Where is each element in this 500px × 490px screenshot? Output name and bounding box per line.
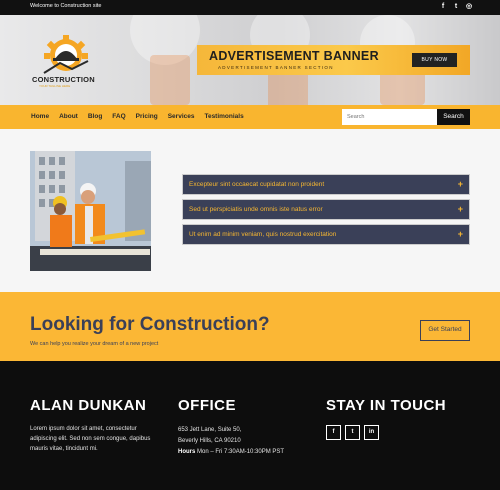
plus-icon: + (457, 204, 463, 214)
footer-about-text: Lorem ipsum dolor sit amet, consectetur … (30, 426, 151, 452)
main-content: Excepteur sint occaecat cupidatat non pr… (0, 129, 500, 292)
facebook-icon[interactable]: f (326, 425, 341, 440)
topbar-social-links: f t ◎ (440, 2, 472, 12)
nav-item-services[interactable]: Services (168, 113, 195, 120)
cta-heading: Looking for Construction? (30, 314, 270, 335)
advertisement-banner[interactable]: ADVERTISEMENT BANNER ADVERTISEMENT BANNE… (197, 45, 470, 75)
background-figure (268, 70, 308, 105)
facebook-icon[interactable]: f (440, 2, 446, 12)
twitter-icon[interactable]: t (453, 2, 459, 12)
nav-item-about[interactable]: About (59, 113, 78, 120)
site-footer: ALAN DUNKAN Lorem ipsum dolor sit amet, … (0, 361, 500, 490)
plus-icon: + (457, 179, 463, 189)
accordion-item[interactable]: Excepteur sint occaecat cupidatat non pr… (182, 174, 470, 195)
office-hours: Hours Mon – Fri 7:30AM-10:30PM PST (178, 447, 284, 457)
background-figure (150, 55, 190, 105)
footer-office-title: OFFICE (178, 397, 236, 414)
ad-subtitle: ADVERTISEMENT BANNER SECTION (218, 65, 334, 70)
nav-item-home[interactable]: Home (31, 113, 49, 120)
linkedin-icon[interactable]: in (364, 425, 379, 440)
main-nav: Home About Blog FAQ Pricing Services Tes… (0, 105, 500, 129)
accordion-label: Ut enim ad minim veniam, quis nostrud ex… (189, 231, 337, 238)
accordion-item[interactable]: Ut enim ad minim veniam, quis nostrud ex… (182, 224, 470, 245)
call-to-action: Looking for Construction? We can help yo… (0, 292, 500, 361)
logo-name: CONSTRUCTION (32, 75, 95, 84)
buy-now-button[interactable]: BUY NOW (412, 53, 457, 67)
accordion-item[interactable]: Sed ut perspiciatis unde omnis iste natu… (182, 199, 470, 220)
accordion-label: Sed ut perspiciatis unde omnis iste natu… (189, 206, 323, 213)
twitter-icon[interactable]: t (345, 425, 360, 440)
construction-workers-photo (30, 151, 151, 271)
footer-contact-title: STAY IN TOUCH (326, 397, 447, 414)
search-button[interactable]: Search (437, 109, 470, 125)
nav-item-blog[interactable]: Blog (88, 113, 102, 120)
welcome-text: Welcome to Construction site (30, 3, 102, 9)
top-bar: Welcome to Construction site f t ◎ (0, 0, 500, 15)
site-logo[interactable]: CONSTRUCTION YOUR TAGLINE HERE (30, 33, 110, 95)
nav-item-testimonials[interactable]: Testimonials (204, 113, 243, 120)
nav-item-pricing[interactable]: Pricing (136, 113, 158, 120)
ad-title: ADVERTISEMENT BANNER (209, 49, 379, 63)
hours-label: Hours (178, 449, 196, 455)
site-header: CONSTRUCTION YOUR TAGLINE HERE ADVERTISE… (0, 15, 500, 105)
office-address-line2: Beverly Hills, CA 90210 (178, 438, 241, 444)
instagram-icon[interactable]: ◎ (466, 2, 472, 12)
footer-about-title: ALAN DUNKAN (30, 397, 147, 414)
hours-value: Mon – Fri 7:30AM-10:30PM PST (197, 449, 285, 455)
cta-subtext: We can help you realize your dream of a … (30, 341, 159, 347)
logo-tagline: YOUR TAGLINE HERE (39, 84, 71, 88)
search-input[interactable] (342, 109, 437, 125)
plus-icon: + (457, 229, 463, 239)
nav-menu: Home About Blog FAQ Pricing Services Tes… (31, 113, 244, 120)
get-started-button[interactable]: Get Started (420, 320, 470, 341)
office-address-line1: 653 Jett Lane, Suite 50, (178, 427, 242, 433)
accordion-label: Excepteur sint occaecat cupidatat non pr… (189, 181, 325, 188)
gear-helmet-logo-icon (43, 35, 89, 74)
nav-item-faq[interactable]: FAQ (112, 113, 125, 120)
